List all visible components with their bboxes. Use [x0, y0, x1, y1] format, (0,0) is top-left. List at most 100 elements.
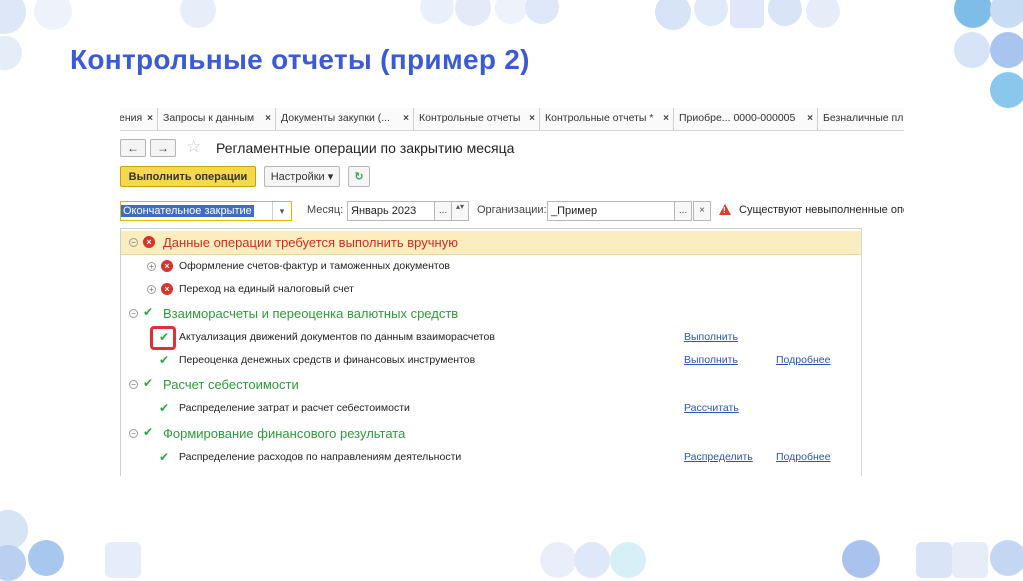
- back-button[interactable]: ←: [120, 139, 146, 157]
- refresh-icon: ↻: [354, 171, 364, 183]
- close-icon[interactable]: ×: [529, 108, 535, 129]
- tree-group-row[interactable]: − ✔ Формирование финансового результата: [121, 422, 861, 445]
- tree-item-label: Переоценка денежных средств и финансовых…: [179, 354, 476, 366]
- decor-bubble: [0, 0, 26, 34]
- tree-group-row[interactable]: − × Данные операции требуется выполнить …: [121, 231, 861, 255]
- organization-select-button[interactable]: ...: [674, 201, 692, 221]
- tree-group-row[interactable]: − ✔ Взаиморасчеты и переоценка валютных …: [121, 302, 861, 325]
- tree-item-label: Распределение расходов по направлениям д…: [179, 451, 462, 463]
- closing-type-select[interactable]: Окончательное закрытие ▾: [120, 201, 292, 221]
- chevron-down-icon[interactable]: ▾: [272, 202, 291, 220]
- close-icon[interactable]: ×: [147, 108, 153, 129]
- decor-bubble: [420, 0, 454, 24]
- document-title: Регламентные операции по закрытию месяца: [216, 140, 515, 156]
- expand-icon[interactable]: +: [147, 285, 156, 294]
- collapse-icon[interactable]: −: [129, 429, 138, 438]
- tab-item[interactable]: Запросы к данным ×: [158, 108, 276, 130]
- month-select-button[interactable]: ...: [434, 201, 452, 221]
- decor-bubble: [0, 510, 28, 550]
- tab-item[interactable]: Безналичные пл: [818, 108, 904, 130]
- tree-item-row[interactable]: ✔ Переоценка денежных средств и финансов…: [121, 349, 861, 372]
- tree-item-label: Оформление счетов-фактур и таможенных до…: [179, 260, 451, 272]
- month-label: Месяц:: [307, 204, 344, 216]
- details-link[interactable]: Подробнее: [776, 451, 830, 463]
- warning-text: Существуют невыполненные опер: [739, 204, 904, 216]
- decor-bubble: [455, 0, 491, 26]
- check-icon: ✔: [159, 450, 170, 464]
- decor-bubble: [28, 540, 64, 576]
- error-icon: ×: [161, 260, 173, 272]
- tree-item-row[interactable]: + × Оформление счетов-фактур и таможенны…: [121, 255, 861, 278]
- forward-button[interactable]: →: [150, 139, 176, 157]
- expand-icon[interactable]: +: [147, 262, 156, 271]
- tab-item[interactable]: ения ×: [120, 108, 158, 130]
- decor-bubble: [990, 0, 1023, 28]
- decor-bubble: [0, 36, 22, 70]
- collapse-icon[interactable]: −: [129, 380, 138, 389]
- warning-icon: !: [719, 204, 731, 215]
- details-link[interactable]: Подробнее: [776, 354, 830, 366]
- close-icon[interactable]: ×: [807, 108, 813, 129]
- check-icon: ✔: [143, 425, 154, 439]
- tab-item[interactable]: Приобре... 0000-000005 ×: [674, 108, 818, 130]
- collapse-icon[interactable]: −: [129, 238, 138, 247]
- decor-square: [952, 542, 988, 578]
- tree-group-label: Расчет себестоимости: [163, 377, 299, 392]
- tab-item[interactable]: Контрольные отчеты ×: [414, 108, 540, 130]
- settings-button[interactable]: Настройки ▾: [264, 166, 340, 187]
- tab-item[interactable]: Документы закупки (... ×: [276, 108, 414, 130]
- decor-square: [916, 542, 952, 578]
- arrow-left-icon: ←: [127, 141, 139, 155]
- organizations-label: Организации:: [477, 204, 547, 216]
- tree-item-label: Актуализация движений документов по данн…: [179, 331, 495, 343]
- decor-bubble: [525, 0, 559, 24]
- app-screenshot: ения × Запросы к данным × Документы закупк…: [120, 108, 904, 476]
- decor-bubble: [180, 0, 216, 28]
- calculate-link[interactable]: Рассчитать: [684, 402, 739, 414]
- run-link[interactable]: Выполнить: [684, 354, 738, 366]
- check-icon: ✔: [143, 376, 154, 390]
- tree-group-row[interactable]: − ✔ Расчет себестоимости: [121, 373, 861, 396]
- decor-bubble: [655, 0, 691, 30]
- close-icon[interactable]: ×: [265, 108, 271, 129]
- month-spin-button[interactable]: ▴▾: [451, 201, 469, 221]
- arrow-right-icon: →: [157, 141, 169, 155]
- error-icon: ×: [143, 236, 155, 248]
- tree-item-row[interactable]: ✔ Распределение расходов по направлениям…: [121, 446, 861, 469]
- tree-group-label: Взаиморасчеты и переоценка валютных сред…: [163, 306, 459, 321]
- tree-item-label: Переход на единый налоговый счет: [179, 283, 354, 295]
- decor-bubble: [842, 540, 880, 578]
- decor-bubble: [574, 542, 610, 578]
- tree-item-label: Распределение затрат и расчет себестоимо…: [179, 402, 410, 414]
- decor-bubble: [0, 545, 26, 581]
- tree-item-row[interactable]: + × Переход на единый налоговый счет: [121, 278, 861, 301]
- distribute-link[interactable]: Распределить: [684, 451, 753, 463]
- check-icon: ✔: [143, 305, 154, 319]
- collapse-icon[interactable]: −: [129, 309, 138, 318]
- check-icon: ✔: [159, 353, 170, 367]
- refresh-button[interactable]: ↻: [348, 166, 370, 187]
- tree-group-label: Данные операции требуется выполнить вруч…: [163, 235, 458, 250]
- decor-bubble: [990, 540, 1023, 576]
- decor-square: [730, 0, 764, 28]
- organization-clear-button[interactable]: ×: [693, 201, 711, 221]
- decor-bubble: [610, 542, 646, 578]
- closing-type-value: Окончательное закрытие: [121, 205, 254, 217]
- decor-square: [105, 542, 141, 578]
- star-icon[interactable]: ☆: [186, 137, 201, 157]
- decor-bubble: [990, 32, 1023, 68]
- close-icon[interactable]: ×: [403, 108, 409, 129]
- tree-item-row[interactable]: ✔ Распределение затрат и расчет себестои…: [121, 397, 861, 420]
- decor-bubble: [495, 0, 527, 24]
- highlight-box: [150, 326, 176, 350]
- tree-item-row[interactable]: ✔ Актуализация движений документов по да…: [121, 326, 861, 349]
- organization-field[interactable]: _Пример: [547, 201, 675, 221]
- month-field[interactable]: Январь 2023: [347, 201, 435, 221]
- close-icon[interactable]: ×: [663, 108, 669, 129]
- decor-bubble: [768, 0, 802, 26]
- check-icon: ✔: [159, 401, 170, 415]
- decor-bubble: [954, 0, 992, 28]
- tab-item[interactable]: Контрольные отчеты * ×: [540, 108, 674, 130]
- run-link[interactable]: Выполнить: [684, 331, 738, 343]
- run-operations-button[interactable]: Выполнить операции: [120, 166, 256, 187]
